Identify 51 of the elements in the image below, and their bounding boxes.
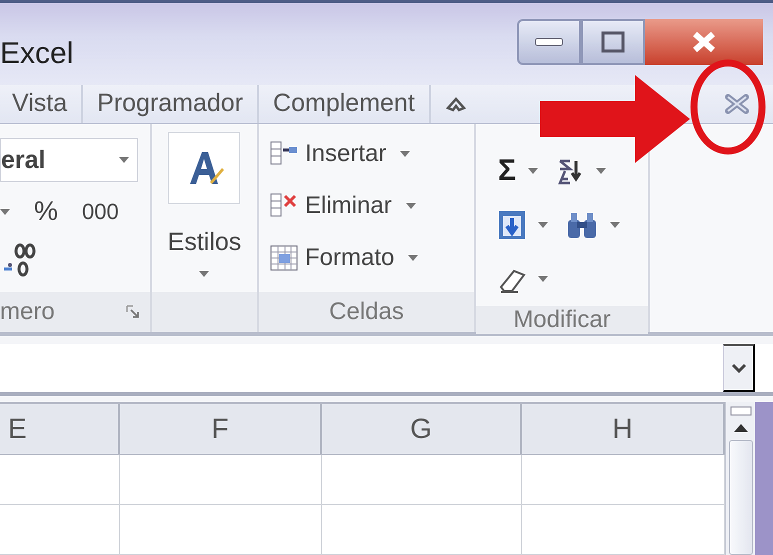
column-header[interactable]: G bbox=[322, 404, 522, 454]
caret-icon bbox=[400, 151, 410, 158]
caret-icon bbox=[610, 222, 620, 228]
caret-icon bbox=[406, 203, 416, 210]
column-header[interactable]: F bbox=[120, 404, 322, 454]
caret-icon bbox=[408, 255, 418, 262]
chevron-down-icon bbox=[730, 362, 746, 374]
binoculars-icon[interactable] bbox=[566, 210, 598, 240]
decrease-decimal-icon[interactable] bbox=[4, 243, 36, 278]
caret-icon bbox=[199, 271, 210, 278]
spreadsheet-cell[interactable] bbox=[120, 505, 322, 555]
caret-icon bbox=[538, 276, 548, 282]
scroll-thumb[interactable] bbox=[728, 440, 753, 555]
close-workbook-icon[interactable] bbox=[723, 92, 751, 116]
maximize-button[interactable] bbox=[581, 19, 645, 65]
ribbon-command[interactable]: Eliminar bbox=[269, 180, 464, 232]
spreadsheet-cell[interactable] bbox=[322, 455, 522, 505]
ribbon-command[interactable]: Insertar bbox=[269, 128, 464, 180]
expand-formula-bar-button[interactable] bbox=[723, 344, 755, 392]
number-format-dropdown[interactable]: eral bbox=[0, 138, 138, 182]
dialog-launcher-icon[interactable] bbox=[126, 305, 140, 320]
format-button[interactable]: % bbox=[34, 196, 58, 228]
minimize-icon bbox=[535, 38, 563, 46]
close-icon bbox=[691, 30, 717, 54]
arrow-icon bbox=[540, 75, 690, 163]
spreadsheet-cell[interactable] bbox=[0, 455, 120, 505]
spreadsheet-cell[interactable] bbox=[0, 505, 120, 555]
caret-icon bbox=[0, 208, 10, 215]
group-label: mero bbox=[0, 298, 55, 326]
maximize-icon bbox=[600, 30, 626, 54]
window-title: Excel bbox=[0, 37, 74, 71]
group-label: Modificar bbox=[513, 306, 611, 334]
column-header[interactable]: E bbox=[0, 404, 120, 454]
caret-icon bbox=[596, 168, 606, 174]
minimize-button[interactable] bbox=[517, 19, 581, 65]
close-button[interactable] bbox=[645, 19, 763, 65]
group-label: Celdas bbox=[329, 298, 404, 326]
scroll-up-icon[interactable] bbox=[732, 422, 750, 434]
caret-icon bbox=[119, 157, 129, 164]
spreadsheet-cell[interactable] bbox=[120, 455, 322, 505]
caret-icon bbox=[528, 168, 538, 174]
split-box-icon[interactable] bbox=[730, 406, 752, 416]
ribbon-command[interactable]: Formato bbox=[269, 232, 464, 284]
fill-down-icon[interactable] bbox=[498, 210, 526, 240]
format-cells-icon bbox=[269, 244, 299, 272]
styles-button[interactable]: Estilos bbox=[168, 132, 242, 278]
caret-icon bbox=[538, 222, 548, 228]
format-button[interactable]: 000 bbox=[82, 198, 119, 225]
format-value: eral bbox=[1, 146, 46, 175]
autosum-button[interactable]: Σ bbox=[498, 145, 538, 198]
spreadsheet-cell[interactable] bbox=[322, 505, 522, 555]
